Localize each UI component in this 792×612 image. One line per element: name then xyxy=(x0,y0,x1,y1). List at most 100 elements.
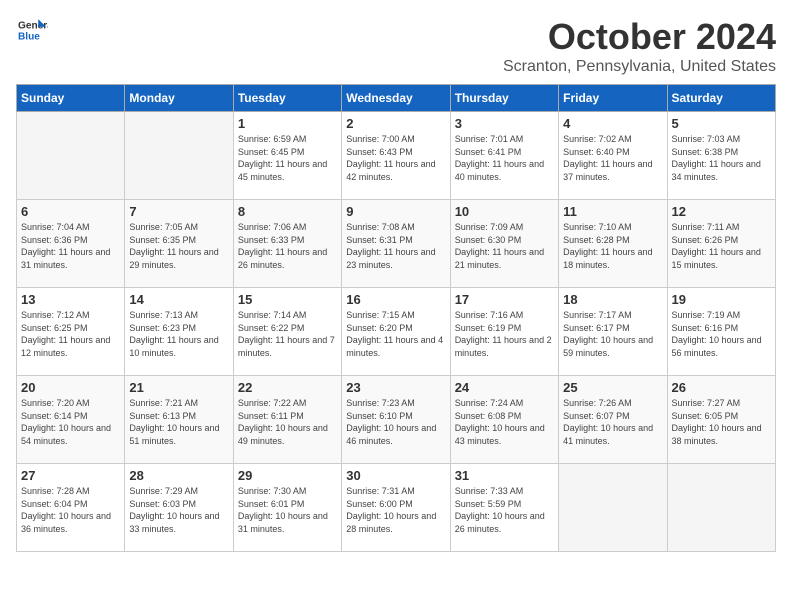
day-info: Sunrise: 7:04 AMSunset: 6:36 PMDaylight:… xyxy=(21,221,120,271)
day-number: 7 xyxy=(129,204,228,219)
day-info: Sunrise: 7:19 AMSunset: 6:16 PMDaylight:… xyxy=(672,309,771,359)
weekday-header-row: SundayMondayTuesdayWednesdayThursdayFrid… xyxy=(17,85,776,112)
day-number: 3 xyxy=(455,116,554,131)
page-header: General Blue October 2024 Scranton, Penn… xyxy=(16,16,776,76)
calendar-cell: 5 Sunrise: 7:03 AMSunset: 6:38 PMDayligh… xyxy=(667,112,775,200)
calendar-cell: 24 Sunrise: 7:24 AMSunset: 6:08 PMDaylig… xyxy=(450,376,558,464)
calendar-cell: 8 Sunrise: 7:06 AMSunset: 6:33 PMDayligh… xyxy=(233,200,341,288)
day-number: 27 xyxy=(21,468,120,483)
day-info: Sunrise: 7:05 AMSunset: 6:35 PMDaylight:… xyxy=(129,221,228,271)
day-number: 16 xyxy=(346,292,445,307)
calendar-cell: 16 Sunrise: 7:15 AMSunset: 6:20 PMDaylig… xyxy=(342,288,450,376)
day-number: 2 xyxy=(346,116,445,131)
day-number: 30 xyxy=(346,468,445,483)
calendar-cell: 20 Sunrise: 7:20 AMSunset: 6:14 PMDaylig… xyxy=(17,376,125,464)
calendar-cell: 2 Sunrise: 7:00 AMSunset: 6:43 PMDayligh… xyxy=(342,112,450,200)
logo: General Blue xyxy=(16,16,52,44)
week-row-4: 20 Sunrise: 7:20 AMSunset: 6:14 PMDaylig… xyxy=(17,376,776,464)
day-info: Sunrise: 7:27 AMSunset: 6:05 PMDaylight:… xyxy=(672,397,771,447)
calendar-cell: 6 Sunrise: 7:04 AMSunset: 6:36 PMDayligh… xyxy=(17,200,125,288)
day-info: Sunrise: 7:28 AMSunset: 6:04 PMDaylight:… xyxy=(21,485,120,535)
weekday-header-monday: Monday xyxy=(125,85,233,112)
calendar-cell: 12 Sunrise: 7:11 AMSunset: 6:26 PMDaylig… xyxy=(667,200,775,288)
day-info: Sunrise: 7:13 AMSunset: 6:23 PMDaylight:… xyxy=(129,309,228,359)
calendar-cell: 19 Sunrise: 7:19 AMSunset: 6:16 PMDaylig… xyxy=(667,288,775,376)
month-title: October 2024 xyxy=(503,16,776,58)
day-number: 25 xyxy=(563,380,662,395)
day-info: Sunrise: 7:29 AMSunset: 6:03 PMDaylight:… xyxy=(129,485,228,535)
day-info: Sunrise: 7:17 AMSunset: 6:17 PMDaylight:… xyxy=(563,309,662,359)
weekday-header-saturday: Saturday xyxy=(667,85,775,112)
calendar-cell: 28 Sunrise: 7:29 AMSunset: 6:03 PMDaylig… xyxy=(125,464,233,552)
svg-text:Blue: Blue xyxy=(18,31,40,42)
day-number: 15 xyxy=(238,292,337,307)
day-number: 22 xyxy=(238,380,337,395)
day-number: 4 xyxy=(563,116,662,131)
calendar-cell: 15 Sunrise: 7:14 AMSunset: 6:22 PMDaylig… xyxy=(233,288,341,376)
day-number: 31 xyxy=(455,468,554,483)
day-info: Sunrise: 7:08 AMSunset: 6:31 PMDaylight:… xyxy=(346,221,445,271)
calendar-cell: 11 Sunrise: 7:10 AMSunset: 6:28 PMDaylig… xyxy=(559,200,667,288)
calendar-cell xyxy=(667,464,775,552)
calendar-cell xyxy=(17,112,125,200)
calendar-cell: 26 Sunrise: 7:27 AMSunset: 6:05 PMDaylig… xyxy=(667,376,775,464)
day-number: 9 xyxy=(346,204,445,219)
day-info: Sunrise: 7:16 AMSunset: 6:19 PMDaylight:… xyxy=(455,309,554,359)
day-number: 17 xyxy=(455,292,554,307)
day-info: Sunrise: 7:31 AMSunset: 6:00 PMDaylight:… xyxy=(346,485,445,535)
day-number: 23 xyxy=(346,380,445,395)
day-info: Sunrise: 7:30 AMSunset: 6:01 PMDaylight:… xyxy=(238,485,337,535)
day-number: 26 xyxy=(672,380,771,395)
title-section: October 2024 Scranton, Pennsylvania, Uni… xyxy=(503,16,776,76)
day-number: 13 xyxy=(21,292,120,307)
day-number: 11 xyxy=(563,204,662,219)
day-info: Sunrise: 7:09 AMSunset: 6:30 PMDaylight:… xyxy=(455,221,554,271)
day-info: Sunrise: 7:22 AMSunset: 6:11 PMDaylight:… xyxy=(238,397,337,447)
calendar-cell: 14 Sunrise: 7:13 AMSunset: 6:23 PMDaylig… xyxy=(125,288,233,376)
day-info: Sunrise: 7:01 AMSunset: 6:41 PMDaylight:… xyxy=(455,133,554,183)
calendar-cell xyxy=(559,464,667,552)
weekday-header-wednesday: Wednesday xyxy=(342,85,450,112)
calendar-cell xyxy=(125,112,233,200)
weekday-header-tuesday: Tuesday xyxy=(233,85,341,112)
day-number: 24 xyxy=(455,380,554,395)
day-info: Sunrise: 7:23 AMSunset: 6:10 PMDaylight:… xyxy=(346,397,445,447)
day-number: 1 xyxy=(238,116,337,131)
calendar-cell: 18 Sunrise: 7:17 AMSunset: 6:17 PMDaylig… xyxy=(559,288,667,376)
day-info: Sunrise: 7:24 AMSunset: 6:08 PMDaylight:… xyxy=(455,397,554,447)
calendar-cell: 23 Sunrise: 7:23 AMSunset: 6:10 PMDaylig… xyxy=(342,376,450,464)
day-info: Sunrise: 7:11 AMSunset: 6:26 PMDaylight:… xyxy=(672,221,771,271)
day-number: 28 xyxy=(129,468,228,483)
day-number: 21 xyxy=(129,380,228,395)
day-number: 10 xyxy=(455,204,554,219)
calendar-cell: 4 Sunrise: 7:02 AMSunset: 6:40 PMDayligh… xyxy=(559,112,667,200)
calendar-cell: 1 Sunrise: 6:59 AMSunset: 6:45 PMDayligh… xyxy=(233,112,341,200)
day-number: 14 xyxy=(129,292,228,307)
calendar-cell: 17 Sunrise: 7:16 AMSunset: 6:19 PMDaylig… xyxy=(450,288,558,376)
calendar-cell: 29 Sunrise: 7:30 AMSunset: 6:01 PMDaylig… xyxy=(233,464,341,552)
day-number: 19 xyxy=(672,292,771,307)
day-number: 6 xyxy=(21,204,120,219)
logo-icon: General Blue xyxy=(16,16,48,44)
week-row-5: 27 Sunrise: 7:28 AMSunset: 6:04 PMDaylig… xyxy=(17,464,776,552)
day-number: 20 xyxy=(21,380,120,395)
day-number: 18 xyxy=(563,292,662,307)
day-number: 5 xyxy=(672,116,771,131)
day-info: Sunrise: 7:14 AMSunset: 6:22 PMDaylight:… xyxy=(238,309,337,359)
weekday-header-friday: Friday xyxy=(559,85,667,112)
location-title: Scranton, Pennsylvania, United States xyxy=(503,58,776,76)
calendar-cell: 9 Sunrise: 7:08 AMSunset: 6:31 PMDayligh… xyxy=(342,200,450,288)
day-info: Sunrise: 7:33 AMSunset: 5:59 PMDaylight:… xyxy=(455,485,554,535)
calendar-cell: 10 Sunrise: 7:09 AMSunset: 6:30 PMDaylig… xyxy=(450,200,558,288)
calendar-cell: 27 Sunrise: 7:28 AMSunset: 6:04 PMDaylig… xyxy=(17,464,125,552)
day-info: Sunrise: 7:21 AMSunset: 6:13 PMDaylight:… xyxy=(129,397,228,447)
weekday-header-thursday: Thursday xyxy=(450,85,558,112)
calendar-cell: 25 Sunrise: 7:26 AMSunset: 6:07 PMDaylig… xyxy=(559,376,667,464)
calendar-cell: 13 Sunrise: 7:12 AMSunset: 6:25 PMDaylig… xyxy=(17,288,125,376)
day-info: Sunrise: 7:20 AMSunset: 6:14 PMDaylight:… xyxy=(21,397,120,447)
day-info: Sunrise: 7:12 AMSunset: 6:25 PMDaylight:… xyxy=(21,309,120,359)
day-info: Sunrise: 7:00 AMSunset: 6:43 PMDaylight:… xyxy=(346,133,445,183)
day-number: 12 xyxy=(672,204,771,219)
day-info: Sunrise: 7:06 AMSunset: 6:33 PMDaylight:… xyxy=(238,221,337,271)
day-info: Sunrise: 7:10 AMSunset: 6:28 PMDaylight:… xyxy=(563,221,662,271)
